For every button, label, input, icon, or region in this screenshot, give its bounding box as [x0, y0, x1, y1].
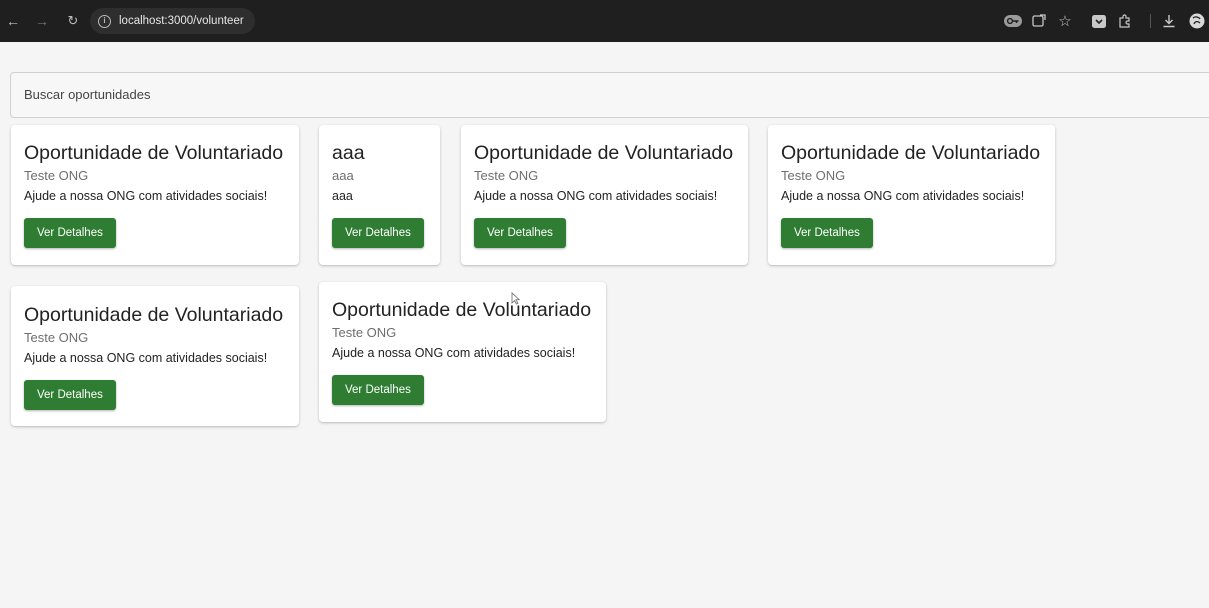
toolbar-actions: ☆: [989, 0, 1209, 42]
search-input[interactable]: Buscar oportunidades: [10, 72, 1209, 118]
card-description: Ajude a nossa ONG com atividades sociais…: [24, 189, 268, 203]
view-details-button[interactable]: Ver Detalhes: [24, 218, 116, 248]
address-bar[interactable]: i localhost:3000/volunteer: [90, 8, 255, 34]
bookmark-star-icon[interactable]: ☆: [1055, 11, 1075, 31]
opportunity-card: Oportunidade de Voluntariado Teste ONG A…: [768, 125, 1055, 265]
view-details-button[interactable]: Ver Detalhes: [332, 375, 424, 405]
card-description: Ajude a nossa ONG com atividades sociais…: [332, 346, 576, 360]
card-title: Oportunidade de Voluntariado: [781, 142, 1041, 164]
url-text: localhost:3000/volunteer: [119, 15, 244, 27]
card-description: aaa: [332, 189, 353, 203]
card-title: Oportunidade de Voluntariado: [24, 142, 284, 164]
view-details-button[interactable]: Ver Detalhes: [24, 380, 116, 410]
card-org: aaa: [332, 168, 354, 183]
back-arrow-icon[interactable]: ←: [2, 10, 24, 32]
view-details-button[interactable]: Ver Detalhes: [474, 218, 566, 248]
profile-icon[interactable]: [1187, 11, 1207, 31]
pocket-icon[interactable]: [1089, 11, 1109, 31]
card-org: Teste ONG: [474, 168, 539, 183]
card-title: Oportunidade de Voluntariado: [24, 304, 284, 326]
search-placeholder: Buscar oportunidades: [24, 87, 151, 102]
extensions-icon[interactable]: [1115, 11, 1135, 31]
install-app-icon[interactable]: [1029, 11, 1049, 31]
mouse-cursor-icon: [511, 291, 521, 308]
opportunity-card: Oportunidade de Voluntariado Teste ONG A…: [319, 282, 606, 422]
view-details-button[interactable]: Ver Detalhes: [781, 218, 873, 248]
card-title: aaa: [332, 142, 365, 164]
card-description: Ajude a nossa ONG com atividades sociais…: [24, 351, 268, 365]
site-info-icon[interactable]: i: [98, 14, 111, 28]
forward-arrow-icon[interactable]: →: [31, 10, 53, 32]
card-title: Oportunidade de Voluntariado: [474, 142, 734, 164]
browser-toolbar: ← → ↻ i localhost:3000/volunteer ☆: [0, 0, 1209, 42]
card-org: Teste ONG: [24, 330, 89, 345]
card-org: Teste ONG: [781, 168, 846, 183]
password-key-icon[interactable]: [1003, 11, 1023, 31]
opportunity-card: Oportunidade de Voluntariado Teste ONG A…: [11, 125, 299, 265]
card-description: Ajude a nossa ONG com atividades sociais…: [474, 189, 718, 203]
card-org: Teste ONG: [24, 168, 89, 183]
card-title: Oportunidade de Voluntariado: [332, 299, 592, 321]
opportunity-card: Oportunidade de Voluntariado Teste ONG A…: [11, 286, 299, 426]
opportunity-card: aaa aaa aaa Ver Detalhes: [319, 125, 440, 265]
reload-icon[interactable]: ↻: [62, 10, 84, 32]
card-org: Teste ONG: [332, 325, 397, 340]
download-icon[interactable]: [1159, 11, 1179, 31]
toolbar-divider: [1150, 14, 1151, 28]
opportunity-card: Oportunidade de Voluntariado Teste ONG A…: [461, 125, 748, 265]
card-description: Ajude a nossa ONG com atividades sociais…: [781, 189, 1025, 203]
view-details-button[interactable]: Ver Detalhes: [332, 218, 424, 248]
